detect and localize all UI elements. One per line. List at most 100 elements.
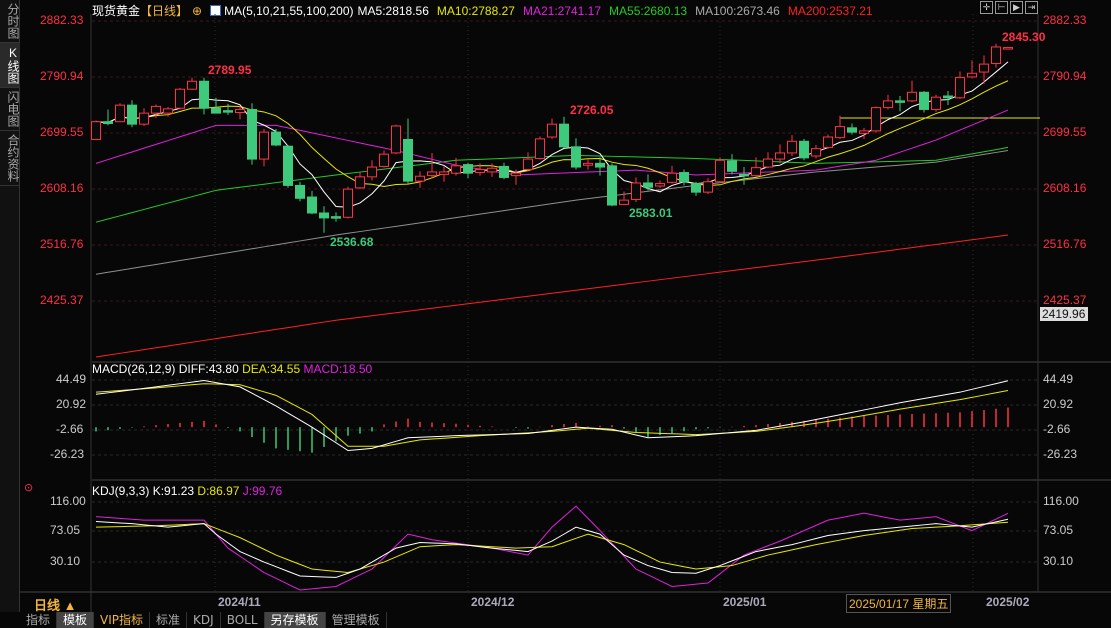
candle-down <box>679 172 689 183</box>
candle-up <box>415 175 425 182</box>
candle-down <box>607 165 617 206</box>
candle-up <box>511 172 521 177</box>
kdj-axis-right: 73.05 <box>1043 523 1074 537</box>
kdj-j: J:99.76 <box>242 484 283 498</box>
candle-up <box>451 165 461 174</box>
kdj-d: D:86.97 <box>197 484 240 498</box>
candle-up <box>91 121 101 140</box>
kdj-axis-right: 30.10 <box>1043 554 1074 568</box>
kdj-settings-icon[interactable]: ⊙ <box>24 481 33 494</box>
tab-kdj[interactable]: KDJ <box>187 612 221 628</box>
candle-down <box>571 146 581 168</box>
candle-down <box>211 107 221 114</box>
annotation-last-high: 2845.30 <box>1002 30 1046 44</box>
candle-up <box>259 131 269 160</box>
price-label-left: 2790.94 <box>40 69 84 83</box>
candle-up <box>175 88 185 109</box>
price-label-left: 2608.16 <box>40 181 84 195</box>
candle-down <box>799 140 809 159</box>
candle-down <box>559 123 569 148</box>
candle-up <box>523 158 533 170</box>
candle-up <box>487 167 497 173</box>
candle-up <box>787 140 797 154</box>
candle-up <box>379 153 389 167</box>
macd-axis-left: -26.23 <box>50 447 85 461</box>
candle-down <box>847 127 857 133</box>
tab-boll[interactable]: BOLL <box>221 612 265 628</box>
macd-dea: DEA:34.55 <box>242 362 301 376</box>
candle-up <box>151 105 161 114</box>
tab-standard[interactable]: 标准 <box>150 612 188 628</box>
macd-dea-line <box>95 383 1009 447</box>
tab-vip-indicator[interactable]: VIP指标 <box>94 612 151 628</box>
candle-up <box>751 167 761 177</box>
candle-up <box>1003 47 1013 50</box>
date-label-nov: 2024/11 <box>218 595 261 609</box>
save-template-button[interactable]: 另存模板 <box>264 612 326 628</box>
kdj-axis-left: 116.00 <box>50 494 86 508</box>
candle-up <box>367 166 377 178</box>
price-label-right: 2608.16 <box>1043 181 1087 195</box>
macd-diff-line <box>95 380 1009 452</box>
price-label-left: 2516.76 <box>40 237 84 251</box>
kdj-title: KDJ(9,3,3) <box>92 484 150 498</box>
ma55-line <box>95 146 1009 223</box>
candle-up <box>475 168 485 174</box>
candle-up <box>835 126 845 139</box>
price-label-right: 2516.76 <box>1043 237 1087 251</box>
candle-up <box>619 199 629 205</box>
candle-up <box>763 158 773 168</box>
candle-down <box>463 164 473 174</box>
candle-up <box>955 77 965 99</box>
annotation-low1: 2536.68 <box>330 235 374 249</box>
candle-down <box>403 138 413 182</box>
tab-template[interactable]: 模板 <box>57 612 95 628</box>
macd-axis-right: -2.66 <box>1043 422 1071 436</box>
macd-header: MACD(26,12,9) DIFF:43.80 DEA:34.55 MACD:… <box>92 362 372 376</box>
candle-up <box>979 63 989 73</box>
candle-up <box>115 104 125 123</box>
candle-up <box>907 91 917 102</box>
candle-down <box>943 95 953 99</box>
candle-up <box>883 100 893 109</box>
candle-down <box>127 104 137 125</box>
kdj-axis-left: 30.10 <box>50 554 81 568</box>
manage-template-button[interactable]: 管理模板 <box>326 612 387 628</box>
macd-axis-right: 44.49 <box>1043 372 1074 386</box>
macd-axis-right: -26.23 <box>1043 447 1078 461</box>
candle-up <box>703 181 713 193</box>
macd-axis-left: 20.92 <box>56 397 87 411</box>
macd-axis-right: 20.92 <box>1043 397 1074 411</box>
candle-up <box>631 182 641 201</box>
candle-down <box>919 91 929 110</box>
candle-up <box>811 148 821 157</box>
price-label-right: 2882.33 <box>1043 13 1087 27</box>
candle-up <box>823 136 833 148</box>
candle-down <box>283 145 293 186</box>
price-label-right: 2425.37 <box>1043 293 1087 307</box>
kdj-header: KDJ(9,3,3) K:91.23 D:86.97 J:99.76 <box>92 484 282 498</box>
candle-down <box>595 162 605 168</box>
tab-indicator[interactable]: 指标 <box>20 612 58 628</box>
chart-canvas[interactable] <box>0 0 1111 612</box>
candle-down <box>103 121 113 125</box>
candle-down <box>319 212 329 219</box>
candle-up <box>667 172 677 183</box>
kdj-j-line <box>95 505 1009 591</box>
macd-value: MACD:18.50 <box>303 362 373 376</box>
candle-up <box>391 125 401 154</box>
candle-up <box>991 46 1001 64</box>
date-label-feb: 2025/02 <box>986 595 1030 609</box>
kdj-axis-left: 73.05 <box>50 523 81 537</box>
candle-down <box>895 100 905 103</box>
candle-down <box>739 173 749 177</box>
ma200-line <box>95 234 1009 358</box>
candle-up <box>163 108 173 114</box>
candle-up <box>343 188 353 218</box>
macd-diff: DIFF:43.80 <box>178 362 239 376</box>
price-box: 2419.96 <box>1040 307 1088 321</box>
candle-up <box>775 152 785 160</box>
cursor-date: 2025/01/17 星期五 <box>846 594 952 613</box>
kdj-k-line <box>95 518 1009 578</box>
candle-up <box>583 162 593 166</box>
